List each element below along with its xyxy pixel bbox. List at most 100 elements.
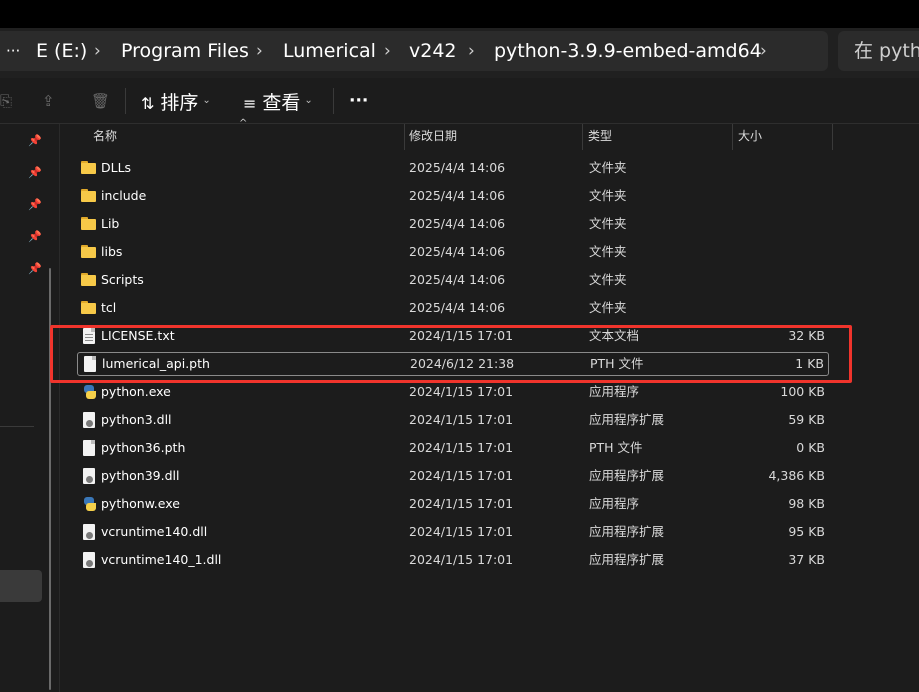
sort-ascending-icon: ^ xyxy=(239,118,248,129)
list-item[interactable]: Lib 2025/4/4 14:06 文件夹 xyxy=(77,213,829,237)
list-item[interactable]: include 2025/4/4 14:06 文件夹 xyxy=(77,185,829,209)
column-size[interactable]: 大小 xyxy=(738,124,762,150)
more-locations-button[interactable]: ··· xyxy=(6,31,20,71)
file-name: include xyxy=(101,188,147,203)
view-button[interactable]: ≡ 查看 ⌄ xyxy=(243,78,313,124)
list-item[interactable]: python3.dll 2024/1/15 17:01 应用程序扩展 59 KB xyxy=(77,409,829,433)
file-name: python.exe xyxy=(101,384,171,399)
file-date: 2025/4/4 14:06 xyxy=(409,216,506,231)
file-type: 应用程序扩展 xyxy=(589,468,665,483)
file-size: 100 KB xyxy=(780,384,825,399)
delete-icon[interactable]: 🗑 xyxy=(91,78,110,124)
file-type: 应用程序 xyxy=(589,384,640,399)
file-size: 95 KB xyxy=(788,524,825,539)
column-date[interactable]: 修改日期 xyxy=(409,124,457,150)
breadcrumb-drive[interactable]: E (E:) xyxy=(36,31,87,71)
file-date: 2024/1/15 17:01 xyxy=(409,468,514,483)
file-date: 2025/4/4 14:06 xyxy=(409,300,506,315)
more-options-button[interactable]: ··· xyxy=(349,78,368,124)
search-input[interactable]: 在 pyth xyxy=(838,31,919,71)
list-item[interactable]: vcruntime140_1.dll 2024/1/15 17:01 应用程序扩… xyxy=(77,549,829,573)
sort-button[interactable]: ⇅ 排序 ⌄ xyxy=(141,78,211,124)
list-item[interactable]: python.exe 2024/1/15 17:01 应用程序 100 KB xyxy=(77,381,829,405)
file-type: 文件夹 xyxy=(589,160,627,175)
dll-file-icon xyxy=(81,468,97,484)
list-item[interactable]: Scripts 2025/4/4 14:06 文件夹 xyxy=(77,269,829,293)
title-strip xyxy=(0,0,919,28)
file-name: libs xyxy=(101,244,123,259)
file-date: 2024/1/15 17:01 xyxy=(409,412,514,427)
file-name: python36.pth xyxy=(101,440,186,455)
sort-icon: ⇅ xyxy=(141,94,155,113)
highlight-box xyxy=(50,325,852,383)
list-item[interactable]: DLLs 2025/4/4 14:06 文件夹 xyxy=(77,157,829,181)
pin-icon[interactable]: 📌 xyxy=(28,166,42,179)
file-date: 2024/1/15 17:01 xyxy=(409,552,514,567)
file-date: 2024/1/15 17:01 xyxy=(409,496,514,511)
chevron-down-icon: ⌄ xyxy=(304,95,313,106)
list-item[interactable]: vcruntime140.dll 2024/1/15 17:01 应用程序扩展 … xyxy=(77,521,829,545)
share-icon[interactable]: ⇪ xyxy=(42,78,55,124)
python-icon xyxy=(81,384,97,400)
file-date: 2024/1/15 17:01 xyxy=(409,524,514,539)
file-size: 0 KB xyxy=(796,440,825,455)
file-type: 应用程序 xyxy=(589,496,640,511)
file-type: 文件夹 xyxy=(589,300,627,315)
search-placeholder: 在 pyth xyxy=(854,40,919,62)
list-item[interactable]: libs 2025/4/4 14:06 文件夹 xyxy=(77,241,829,265)
column-divider[interactable] xyxy=(404,124,405,150)
chevron-right-icon[interactable]: › xyxy=(468,31,475,71)
breadcrumb-python-folder[interactable]: python-3.9.9-embed-amd64 xyxy=(494,31,762,71)
file-name: Lib xyxy=(101,216,120,231)
pin-icon[interactable]: 📌 xyxy=(28,198,42,211)
list-item[interactable]: python36.pth 2024/1/15 17:01 PTH 文件 0 KB xyxy=(77,437,829,461)
chevron-right-icon[interactable]: › xyxy=(256,31,263,71)
list-item[interactable]: pythonw.exe 2024/1/15 17:01 应用程序 98 KB xyxy=(77,493,829,517)
file-type: PTH 文件 xyxy=(589,440,643,455)
file-type: 文件夹 xyxy=(589,216,627,231)
column-divider[interactable] xyxy=(732,124,733,150)
file-name: python3.dll xyxy=(101,412,172,427)
folder-icon xyxy=(81,160,97,176)
file-name: python39.dll xyxy=(101,468,180,483)
column-name[interactable]: 名称 xyxy=(93,124,117,150)
chevron-right-icon[interactable]: › xyxy=(384,31,391,71)
column-divider[interactable] xyxy=(832,124,833,150)
dll-file-icon xyxy=(81,524,97,540)
dll-file-icon xyxy=(81,412,97,428)
file-size: 59 KB xyxy=(788,412,825,427)
navigation-selected-item[interactable] xyxy=(0,570,42,602)
view-icon: ≡ xyxy=(243,94,257,113)
list-item[interactable]: python39.dll 2024/1/15 17:01 应用程序扩展 4,38… xyxy=(77,465,829,489)
file-date: 2024/1/15 17:01 xyxy=(409,440,514,455)
column-divider[interactable] xyxy=(582,124,583,150)
breadcrumb-lumerical[interactable]: Lumerical xyxy=(283,31,376,71)
file-size: 37 KB xyxy=(788,552,825,567)
toolbar-divider xyxy=(333,88,334,114)
pin-icon[interactable]: 📌 xyxy=(28,134,42,147)
list-item[interactable]: tcl 2025/4/4 14:06 文件夹 xyxy=(77,297,829,321)
address-box[interactable]: ··· E (E:) › Program Files › Lumerical ›… xyxy=(0,31,828,71)
dll-file-icon xyxy=(81,552,97,568)
file-name: pythonw.exe xyxy=(101,496,180,511)
breadcrumb-v242[interactable]: v242 xyxy=(409,31,457,71)
column-type[interactable]: 类型 xyxy=(588,124,612,150)
file-name: vcruntime140.dll xyxy=(101,524,208,539)
copy-icon[interactable]: ⎘ xyxy=(0,78,12,124)
folder-icon xyxy=(81,272,97,288)
breadcrumb-program-files[interactable]: Program Files xyxy=(121,31,249,71)
chevron-right-icon[interactable]: › xyxy=(760,31,767,71)
file-type: 应用程序扩展 xyxy=(589,524,665,539)
file-type: 文件夹 xyxy=(589,272,627,287)
file-type: 应用程序扩展 xyxy=(589,412,665,427)
file-size: 98 KB xyxy=(788,496,825,511)
file-name: vcruntime140_1.dll xyxy=(101,552,222,567)
chevron-right-icon[interactable]: › xyxy=(94,31,101,71)
pin-icon[interactable]: 📌 xyxy=(28,230,42,243)
file-type: 文件夹 xyxy=(589,188,627,203)
file-date: 2025/4/4 14:06 xyxy=(409,272,506,287)
command-bar: ⎘ ⇪ 🗑 ⇅ 排序 ⌄ ≡ 查看 ⌄ ··· xyxy=(0,78,919,124)
pin-icon[interactable]: 📌 xyxy=(28,262,42,275)
file-icon xyxy=(81,440,97,456)
address-bar: ··· E (E:) › Program Files › Lumerical ›… xyxy=(0,28,919,78)
